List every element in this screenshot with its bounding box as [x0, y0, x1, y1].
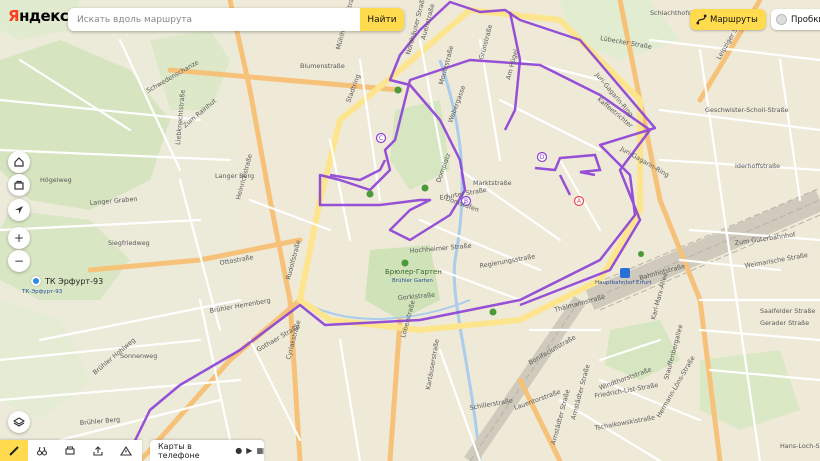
traffic-button[interactable]: Пробки	[771, 9, 820, 30]
search-bar: Найти	[68, 8, 404, 31]
bag-icon	[14, 180, 24, 190]
street-label: Gerader Straße	[760, 319, 809, 327]
garden-label: Брюлер-Гартен	[385, 268, 442, 276]
panorama-button[interactable]	[28, 440, 56, 461]
app-promo-label: Карты в телефоне	[158, 441, 200, 460]
street-label: Blumenstraße	[300, 62, 345, 70]
routes-label: Маршруты	[710, 14, 758, 25]
print-icon	[65, 446, 75, 455]
street-label: Geschwister-Scholl-Straße	[705, 106, 789, 114]
bag-button[interactable]	[8, 174, 30, 196]
street-label: Högelweg	[40, 176, 72, 184]
street-label: Hans-Loch-Straße	[780, 442, 820, 450]
share-icon	[93, 445, 103, 456]
bottom-toolbar	[0, 440, 142, 461]
layers-button[interactable]	[8, 411, 30, 433]
traffic-label: Пробки	[791, 14, 820, 25]
layers-icon	[13, 417, 25, 427]
street-label: Iderhoffstraße	[735, 162, 780, 170]
home-button[interactable]	[8, 151, 30, 173]
waypoint-letter: D	[540, 154, 545, 161]
warning-icon	[120, 445, 132, 456]
svg-text:Brühler Garten: Brühler Garten	[392, 278, 433, 284]
locate-button[interactable]	[8, 199, 30, 221]
routes-button[interactable]: Маршруты	[690, 9, 766, 30]
street-label: Langer Berg	[215, 172, 254, 180]
zoom-out-button[interactable]: −	[8, 250, 30, 272]
tk-label: ТК Эрфурт-93	[45, 276, 104, 286]
traffic-light-icon	[776, 14, 787, 25]
location-arrow-icon	[15, 206, 23, 214]
share-button[interactable]	[84, 440, 112, 461]
station-icon[interactable]	[620, 268, 630, 278]
ruler-button[interactable]	[0, 440, 28, 461]
street-label: Sonnenweg	[120, 352, 157, 360]
minus-icon: −	[13, 254, 25, 268]
place-pin-icon	[31, 276, 41, 286]
city-map[interactable]: ABCD Hauptbahnhof Erfurt Брюлер-Гартен B…	[0, 0, 820, 461]
logo-letter: Я	[8, 7, 20, 25]
binoculars-icon	[36, 446, 48, 456]
search-input[interactable]	[68, 8, 360, 31]
waypoint-letter: C	[379, 135, 383, 142]
plus-icon: +	[13, 231, 25, 245]
yandex-logo[interactable]: Яндекс	[8, 7, 69, 27]
tk-sublabel: ТК-Эрфурт-93	[22, 289, 63, 295]
street-label: Saalfelder Straße	[760, 307, 815, 315]
zoom-in-button[interactable]: +	[8, 227, 30, 249]
logo-rest: ндекс	[19, 7, 69, 25]
home-icon	[14, 157, 24, 167]
ruler-icon	[9, 445, 19, 456]
street-label: Siegfriedweg	[108, 239, 150, 247]
play-icon: ▶	[246, 446, 253, 455]
street-label: Marktstraße	[473, 179, 512, 187]
search-button[interactable]: Найти	[360, 8, 404, 31]
mobile-app-promo[interactable]: Карты в телефоне ● ▶ ▦	[150, 440, 264, 461]
print-button[interactable]	[56, 440, 84, 461]
report-button[interactable]	[112, 440, 140, 461]
routes-icon	[696, 14, 707, 25]
apple-icon: ●	[235, 446, 243, 455]
windows-icon: ▦	[256, 446, 264, 455]
tk-erfurt-poi[interactable]: ТК Эрфурт-93	[31, 276, 103, 286]
